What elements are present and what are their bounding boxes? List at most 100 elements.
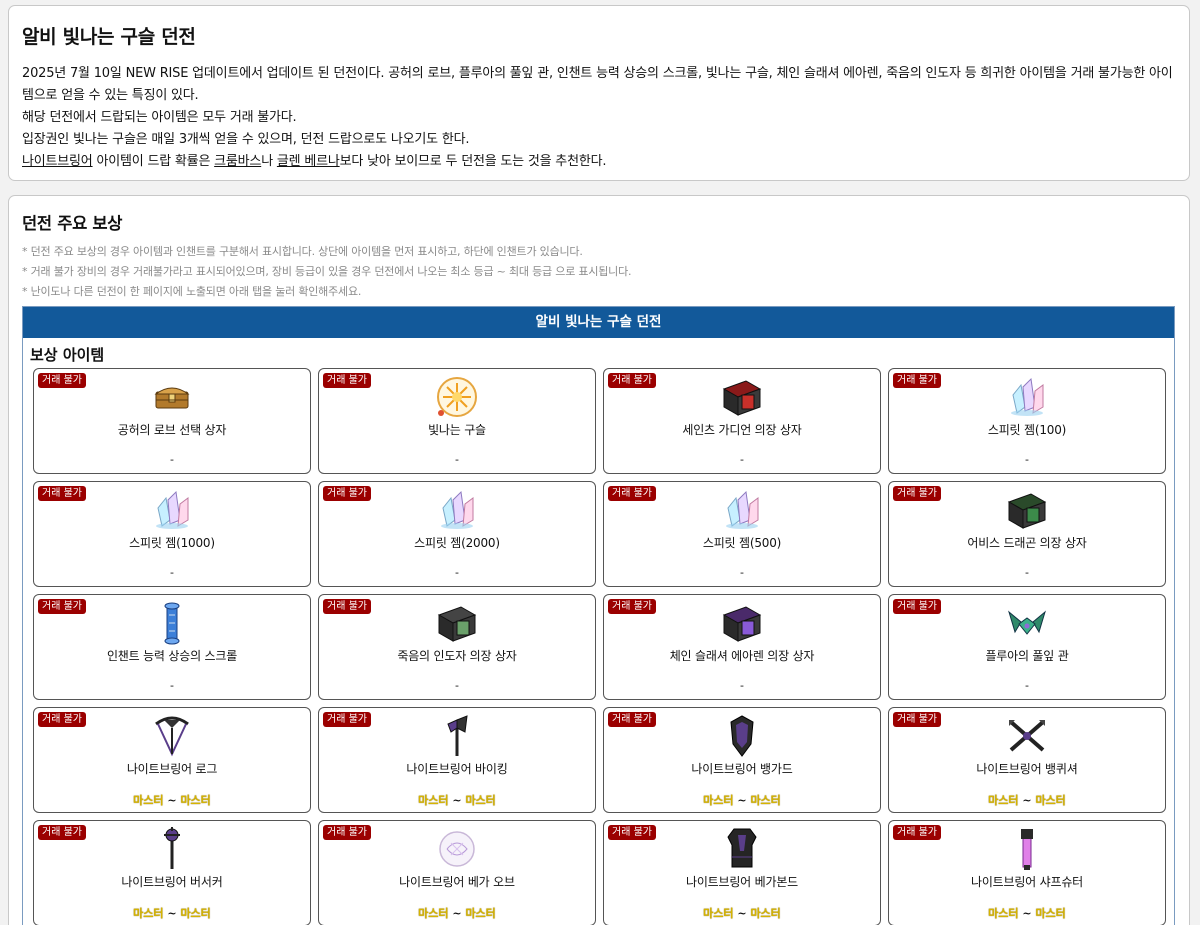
untradable-badge: 거래 불가 <box>608 486 656 501</box>
intro-line-4: 나이트브링어 아이템이 드랍 확률은 크룸바스나 글렌 베르나보다 낮아 보이므… <box>22 151 1175 173</box>
grade-separator: ~ <box>163 794 181 807</box>
chest-icon <box>150 377 194 417</box>
grade-separator: ~ <box>1018 907 1036 920</box>
reward-item-name: 스피릿 젬(500) <box>702 536 782 550</box>
reward-item-card[interactable]: 거래 불가나이트브링어 샤프슈터마스터 ~ 마스터 <box>888 820 1166 925</box>
reward-item-name: 빛나는 구슬 <box>428 423 486 437</box>
grade-min: 마스터 <box>988 907 1019 920</box>
reward-item-card[interactable]: 거래 불가스피릿 젬(1000) - <box>33 481 311 587</box>
reward-item-grade: 마스터 ~ 마스터 <box>34 792 310 808</box>
grade-separator: ~ <box>733 907 751 920</box>
grade-max: 마스터 <box>180 794 211 807</box>
costume-box-dark-icon <box>435 603 479 643</box>
link-krumbas[interactable]: 크룸바스 <box>214 154 261 169</box>
reward-item-grade: - <box>170 566 174 579</box>
costume-box-red-icon <box>720 377 764 417</box>
reward-item-grade: - <box>170 679 174 692</box>
reward-item-name: 나이트브링어 뱅퀴셔 <box>976 762 1078 776</box>
reward-item-card[interactable]: 거래 불가 나이트브링어 베가본드 마스터 ~ 마스터 <box>603 820 881 925</box>
reward-item-grade: - <box>455 453 459 466</box>
untradable-badge: 거래 불가 <box>38 599 86 614</box>
reward-item-grade: - <box>740 679 744 692</box>
intro-line-4-part-2: 나 <box>261 154 277 169</box>
reward-item-card[interactable]: 거래 불가스피릿 젬(500) - <box>603 481 881 587</box>
reward-item-card[interactable]: 거래 불가 나이트브링어 베가 오브 마스터 ~ 마스터 <box>318 820 596 925</box>
untradable-badge: 거래 불가 <box>893 486 941 501</box>
dungeon-tab-header[interactable]: 알비 빛나는 구슬 던전 <box>23 307 1174 338</box>
reward-item-card[interactable]: 거래 불가 인챈트 능력 상승의 스크롤 - <box>33 594 311 700</box>
grade-max: 마스터 <box>750 907 781 920</box>
grade-max: 마스터 <box>180 907 211 920</box>
untradable-badge: 거래 불가 <box>893 825 941 840</box>
untradable-badge: 거래 불가 <box>323 599 371 614</box>
reward-item-name: 나이트브링어 베가본드 <box>685 875 798 889</box>
reward-item-name: 스피릿 젬(2000) <box>414 536 500 550</box>
intro-line-2: 해당 던전에서 드랍되는 아이템은 모두 거래 불가다. <box>22 110 297 125</box>
untradable-badge: 거래 불가 <box>608 599 656 614</box>
untradable-badge: 거래 불가 <box>608 712 656 727</box>
reward-item-card[interactable]: 거래 불가 세인츠 가디언 의장 상자 - <box>603 368 881 474</box>
intro-line-4-part-1: 아이템이 드랍 확률은 <box>92 154 215 169</box>
reward-item-name: 스피릿 젬(100) <box>987 423 1067 437</box>
reward-item-card[interactable]: 거래 불가 플루아의 풀잎 관 - <box>888 594 1166 700</box>
untradable-badge: 거래 불가 <box>893 712 941 727</box>
reward-item-card[interactable]: 거래 불가 어비스 드래곤 의장 상자 - <box>888 481 1166 587</box>
reward-item-grade: - <box>740 566 744 579</box>
intro-line-4-part-3: 보다 낮아 보이므로 두 던전을 도는 것을 추천한다. <box>339 154 607 169</box>
grade-max: 마스터 <box>1035 794 1066 807</box>
untradable-badge: 거래 불가 <box>893 599 941 614</box>
grade-min: 마스터 <box>703 794 734 807</box>
reward-items-grid: 거래 불가 공허의 로브 선택 상자 - 거래 불가 빛나는 구슬 - 거래 불가 세인츠 가… <box>23 366 1174 925</box>
gun-icon <box>1005 829 1049 870</box>
untradable-badge: 거래 불가 <box>38 825 86 840</box>
untradable-badge: 거래 불가 <box>38 486 86 501</box>
grade-max: 마스터 <box>465 907 496 920</box>
armor-icon <box>720 828 764 869</box>
reward-item-name: 어비스 드래곤 의장 상자 <box>967 536 1087 550</box>
reward-item-name: 스피릿 젬(1000) <box>129 536 215 550</box>
grade-max: 마스터 <box>465 794 496 807</box>
shield-icon <box>720 715 764 757</box>
grade-min: 마스터 <box>418 907 449 920</box>
reward-item-card[interactable]: 거래 불가 공허의 로브 선택 상자 - <box>33 368 311 474</box>
reward-item-grade: 마스터 ~ 마스터 <box>319 905 595 921</box>
dungeon-reward-box: 알비 빛나는 구슬 던전 보상 아이템 거래 불가 공허의 로브 선택 상자 - 거래… <box>22 306 1175 925</box>
reward-items-title: 보상 아이템 <box>30 346 105 364</box>
intro-line-1: 2025년 7월 10일 NEW RISE 업데이트에서 업데이트 된 던전이다… <box>22 66 1173 103</box>
reward-item-card[interactable]: 거래 불가 체인 슬래셔 에아렌 의장 상자 - <box>603 594 881 700</box>
grade-min: 마스터 <box>133 907 164 920</box>
reward-item-name: 죽음의 인도자 의장 상자 <box>397 649 517 663</box>
reward-item-card[interactable]: 거래 불가죽음의 인도자 의장 상자 - <box>318 594 596 700</box>
reward-item-grade: - <box>455 679 459 692</box>
costume-box-purple-icon <box>720 603 764 643</box>
reward-item-card[interactable]: 거래 불가 나이트브링어 뱅퀴셔 마스터 ~ 마스터 <box>888 707 1166 813</box>
link-nightbringer[interactable]: 나이트브링어 <box>22 154 93 169</box>
untradable-badge: 거래 불가 <box>323 373 371 388</box>
grade-min: 마스터 <box>988 794 1019 807</box>
reward-item-grade: - <box>1025 453 1029 466</box>
grade-min: 마스터 <box>418 794 449 807</box>
reward-item-grade: - <box>740 453 744 466</box>
reward-item-name: 나이트브링어 뱅가드 <box>691 762 793 776</box>
reward-item-card[interactable]: 거래 불가 나이트브링어 버서커 마스터 ~ 마스터 <box>33 820 311 925</box>
reward-item-card[interactable]: 거래 불가 스피릿 젬(100) - <box>888 368 1166 474</box>
reward-item-card[interactable]: 거래 불가 나이트브링어 로그 마스터 ~ 마스터 <box>33 707 311 813</box>
reward-item-card[interactable]: 거래 불가 나이트브링어 바이킹 마스터 ~ 마스터 <box>318 707 596 813</box>
intro-line-3: 입장권인 빛나는 구슬은 매일 3개씩 얻을 수 있으며, 던전 드랍으로도 나… <box>22 132 470 147</box>
reward-item-card[interactable]: 거래 불가 스피릿 젬(2000) - <box>318 481 596 587</box>
reward-item-grade: 마스터 ~ 마스터 <box>319 792 595 808</box>
reward-item-grade: - <box>1025 679 1029 692</box>
vega-orb-icon <box>435 829 479 869</box>
reward-item-name: 나이트브링어 베가 오브 <box>399 875 515 889</box>
costume-box-green-icon <box>1005 490 1049 530</box>
reward-item-card[interactable]: 거래 불가 나이트브링어 뱅가드 마스터 ~ 마스터 <box>603 707 881 813</box>
link-glen-berna[interactable]: 글렌 베르나 <box>277 154 340 169</box>
reward-item-name: 세인츠 가디언 의장 상자 <box>682 423 802 437</box>
reward-item-name: 나이트브링어 샤프슈터 <box>970 875 1083 889</box>
reward-item-card[interactable]: 거래 불가빛나는 구슬 - <box>318 368 596 474</box>
mace-icon <box>150 827 194 869</box>
leaf-crown-icon <box>1005 603 1049 643</box>
grade-max: 마스터 <box>1035 907 1066 920</box>
page-title: 알비 빛나는 구슬 던전 <box>22 26 196 48</box>
axe-icon <box>435 715 479 756</box>
